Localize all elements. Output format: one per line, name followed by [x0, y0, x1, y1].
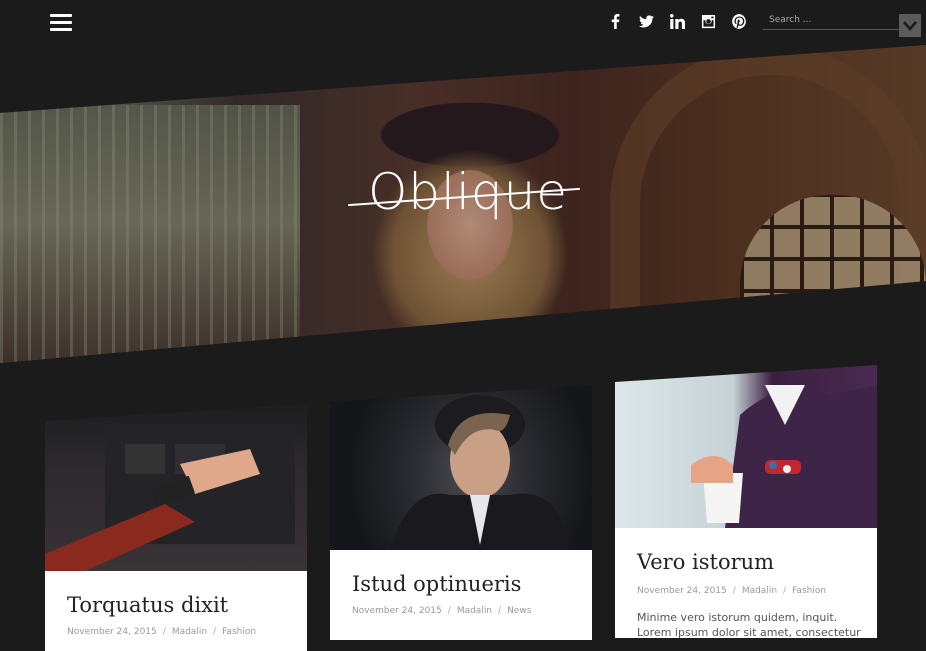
facebook-icon[interactable] [606, 12, 625, 31]
post-author[interactable]: Madalin [457, 606, 492, 616]
post-author[interactable]: Madalin [172, 627, 207, 637]
social-links [606, 12, 749, 31]
hamburger-menu-icon[interactable] [50, 14, 72, 32]
post-card-body: Vero istorum November 24, 2015/Madalin / F… [615, 528, 877, 639]
post-card-body: Istud optinueris November 24, 2015/Madal… [330, 550, 592, 640]
search-input[interactable] [763, 11, 905, 30]
post-title[interactable]: Istud optinueris [352, 572, 521, 596]
twitter-icon[interactable] [637, 12, 656, 31]
pinterest-icon[interactable] [730, 12, 749, 31]
post-meta: November 24, 2015/Madalin / Fashion [67, 627, 257, 637]
site-logo[interactable]: Oblique [348, 162, 588, 232]
post-title[interactable]: Torquatus dixit [67, 593, 228, 617]
post-category[interactable]: News [507, 606, 531, 616]
post-category[interactable]: Fashion [792, 586, 826, 596]
post-card: Vero istorum November 24, 2015/Madalin / F… [615, 365, 877, 639]
post-card: Torquatus dixit November 24, 2015/Madali… [45, 404, 307, 651]
post-author[interactable]: Madalin [742, 586, 777, 596]
chevron-down-icon [903, 20, 917, 31]
post-date[interactable]: November 24, 2015 [67, 627, 157, 637]
post-date[interactable]: November 24, 2015 [637, 586, 727, 596]
post-card: Istud optinueris November 24, 2015/Madal… [330, 385, 592, 640]
post-thumbnail[interactable] [45, 404, 307, 571]
post-excerpt: Minime vero istorum quidem, inquit. Lore… [637, 611, 861, 639]
post-meta: November 24, 2015/Madalin / News [352, 606, 532, 616]
top-bar [0, 0, 926, 48]
post-thumbnail[interactable] [615, 365, 877, 528]
instagram-icon[interactable] [699, 12, 718, 31]
search-submit-button[interactable] [899, 14, 921, 37]
linkedin-icon[interactable] [668, 12, 687, 31]
search-form [763, 11, 921, 37]
post-meta: November 24, 2015/Madalin / Fashion [637, 586, 827, 596]
post-title[interactable]: Vero istorum [637, 550, 774, 574]
post-card-body: Torquatus dixit November 24, 2015/Madali… [45, 571, 307, 651]
post-category[interactable]: Fashion [222, 627, 256, 637]
post-date[interactable]: November 24, 2015 [352, 606, 442, 616]
post-thumbnail[interactable] [330, 385, 592, 550]
